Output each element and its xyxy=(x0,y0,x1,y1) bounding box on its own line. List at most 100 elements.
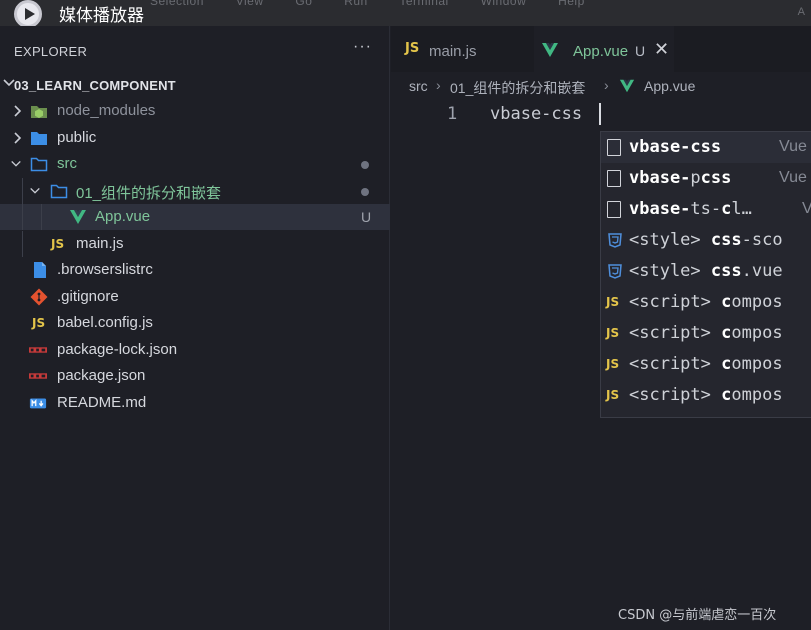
tree-item-component-folder[interactable]: 01_组件的拆分和嵌套 xyxy=(0,178,390,204)
tree-item-public[interactable]: public xyxy=(0,125,390,151)
untracked-badge: U xyxy=(635,43,646,59)
modified-dot-icon xyxy=(361,161,369,169)
js-icon: JS xyxy=(32,316,46,330)
suggestion-label: vbase-pcss xyxy=(629,168,732,188)
breadcrumb-separator-icon: › xyxy=(436,77,441,93)
chevron-down-icon xyxy=(30,187,40,194)
csdn-watermark: CSDN @与前端虐恋一百次 xyxy=(618,608,777,623)
tree-item-src[interactable]: src xyxy=(0,151,390,177)
tree-item-label: babel.config.js xyxy=(57,314,153,331)
git-icon xyxy=(30,288,48,306)
npm-icon xyxy=(29,347,47,353)
line-number: 1 xyxy=(447,104,458,124)
tree-item-label: package-lock.json xyxy=(57,341,178,358)
tab-app-vue[interactable]: App.vue U ✕ xyxy=(534,26,674,72)
tree-item-label: src xyxy=(57,155,77,172)
editor-tab-bar: JS main.js App.vue U ✕ xyxy=(391,26,811,72)
tree-item-label: .gitignore xyxy=(57,288,119,305)
ghost-menu-item: Terminal xyxy=(399,0,449,8)
js-icon: JS xyxy=(405,41,420,56)
js-icon: JS xyxy=(51,237,65,251)
node-folder-icon xyxy=(31,106,47,118)
suggestion-widget: vbase-css Vue vbase-pcss Vue vbase-ts-cl… xyxy=(600,131,811,418)
suggestion-label: <style> css.vue xyxy=(629,261,783,281)
tree-item-browserslistrc[interactable]: .browserslistrc xyxy=(0,257,390,283)
media-player-titlebar: Selection View Go Run Terminal Window He… xyxy=(0,0,811,26)
indent-guide xyxy=(41,204,42,230)
markdown-icon xyxy=(29,398,47,409)
close-icon[interactable]: ✕ xyxy=(654,39,669,60)
tab-label: main.js xyxy=(429,43,477,60)
tree-item-gitignore[interactable]: .gitignore xyxy=(0,284,390,310)
breadcrumb-separator-icon: › xyxy=(604,77,609,93)
tree-item-node-modules[interactable]: node_modules xyxy=(0,98,390,124)
text-cursor xyxy=(599,103,601,125)
suggestion-label: <script> compos xyxy=(629,292,783,312)
chevron-right-icon xyxy=(14,132,22,144)
explorer-title: EXPLORER xyxy=(14,44,88,59)
js-icon: JS xyxy=(606,295,620,309)
chevron-down-icon xyxy=(11,160,21,167)
explorer-header: EXPLORER ··· xyxy=(0,26,390,72)
suggestion-label: <script> compos xyxy=(629,385,783,405)
snippet-icon xyxy=(607,170,621,187)
indent-guide xyxy=(22,204,23,230)
tree-item-babel-config[interactable]: JS babel.config.js xyxy=(0,310,390,336)
tree-item-label: README.md xyxy=(57,394,147,411)
project-root-row[interactable]: 03_LEARN_COMPONENT xyxy=(0,72,390,98)
code-line[interactable]: vbase-css xyxy=(490,104,582,124)
tree-item-label: .browserslistrc xyxy=(57,261,153,278)
suggestion-item[interactable]: <style> css-sco xyxy=(601,225,811,256)
suggestion-label: vbase-css xyxy=(629,137,722,157)
ghost-menu-item: Window xyxy=(480,0,527,8)
suggestion-detail: Vue xyxy=(779,138,807,155)
js-icon: JS xyxy=(606,326,620,340)
project-name: 03_LEARN_COMPONENT xyxy=(14,78,176,93)
indent-guide xyxy=(22,178,23,204)
breadcrumb-item[interactable]: App.vue xyxy=(644,78,695,94)
ghost-menu-bar: Selection View Go Run Terminal Window He… xyxy=(150,0,613,8)
suggestion-item[interactable]: JS <script> compos xyxy=(601,349,811,380)
tab-label: App.vue xyxy=(573,43,629,60)
tree-item-label: public xyxy=(57,129,97,146)
tree-item-main-js[interactable]: JS main.js xyxy=(0,231,390,257)
suggestion-item[interactable]: vbase-pcss Vue xyxy=(601,163,811,194)
modified-dot-icon xyxy=(361,188,369,196)
ghost-account-label: A xyxy=(797,6,805,18)
suggestion-item[interactable]: JS <script> compos xyxy=(601,287,811,318)
tree-item-label: main.js xyxy=(76,235,124,252)
ghost-menu-item: Help xyxy=(558,0,585,8)
tree-item-app-vue[interactable]: App.vue U xyxy=(0,204,390,230)
tree-item-package-lock[interactable]: package-lock.json xyxy=(0,337,390,363)
tree-item-label: package.json xyxy=(57,367,146,384)
explorer-sidebar: EXPLORER ··· 03_LEARN_COMPONENT node_mod… xyxy=(0,26,390,630)
chevron-right-icon xyxy=(14,105,22,117)
folder-open-icon xyxy=(30,157,48,172)
tree-item-readme[interactable]: README.md xyxy=(0,390,390,416)
snippet-icon xyxy=(607,201,621,218)
tree-item-package-json[interactable]: package.json xyxy=(0,363,390,389)
tree-item-label: node_modules xyxy=(57,102,156,119)
suggestion-label: vbase-ts-cl… xyxy=(629,199,752,219)
ghost-menu-item: Go xyxy=(295,0,313,8)
suggestion-item[interactable]: vbase-css Vue xyxy=(601,132,811,163)
suggestion-label: <script> compos xyxy=(629,354,783,374)
suggestion-item[interactable]: JS <script> compos xyxy=(601,380,811,411)
indent-guide xyxy=(22,231,23,257)
suggestion-item[interactable]: vbase-ts-cl… V xyxy=(601,194,811,225)
breadcrumb-item[interactable]: src xyxy=(409,78,428,94)
ghost-menu-item: View xyxy=(235,0,264,8)
suggestion-detail: Vue xyxy=(779,169,807,186)
css-icon xyxy=(608,264,622,279)
suggestion-detail: V xyxy=(802,200,811,218)
media-player-play-icon[interactable] xyxy=(14,0,42,26)
more-actions-icon[interactable]: ··· xyxy=(353,38,372,56)
folder-open-icon xyxy=(50,184,68,199)
tab-main-js[interactable]: JS main.js xyxy=(391,26,534,72)
suggestion-item[interactable]: <style> css.vue xyxy=(601,256,811,287)
file-icon xyxy=(34,262,46,278)
breadcrumb-item[interactable]: 01_组件的拆分和嵌套 xyxy=(450,78,585,98)
npm-icon xyxy=(29,373,47,379)
suggestion-item[interactable]: JS <script> compos xyxy=(601,318,811,349)
ghost-menu-item: Selection xyxy=(150,0,204,8)
